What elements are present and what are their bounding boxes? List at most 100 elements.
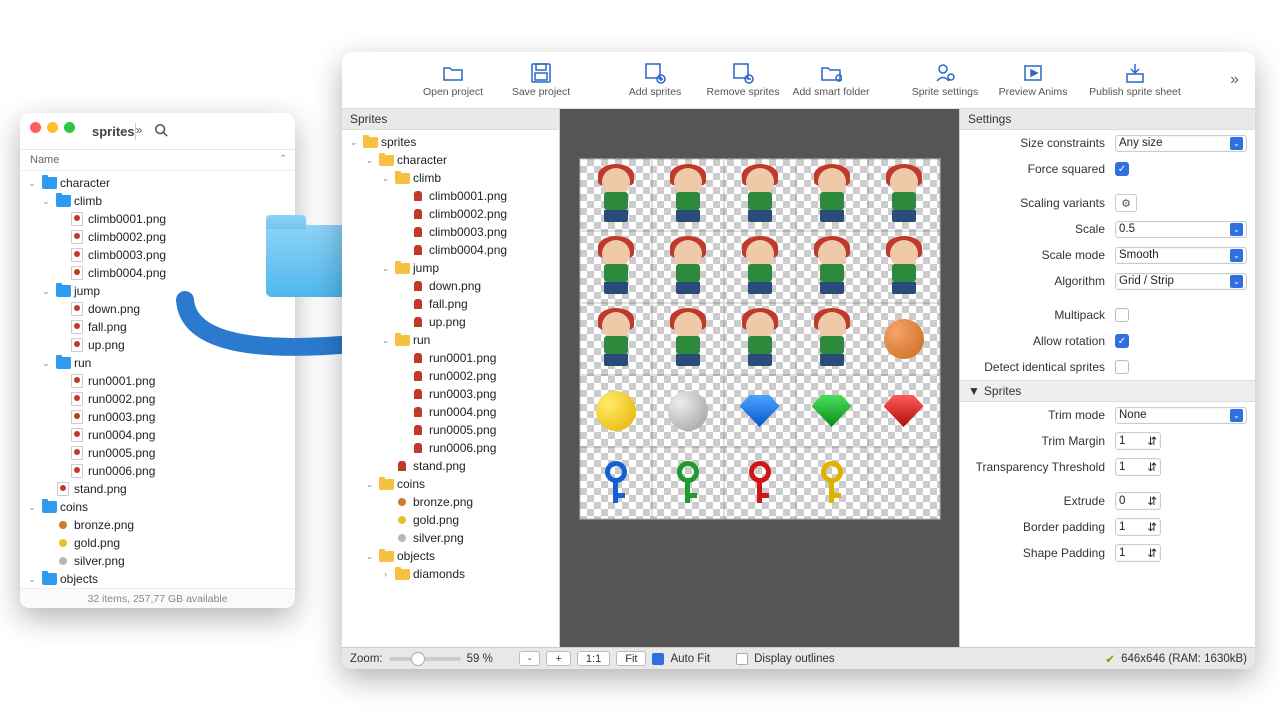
atlas-cell (868, 303, 940, 375)
atlas-preview[interactable] (560, 109, 959, 647)
name-column[interactable]: Name (30, 154, 59, 166)
traffic-lights[interactable] (30, 122, 75, 133)
toolbar-more-icon[interactable]: » (1222, 71, 1247, 89)
finder-row[interactable]: climb0001.png (26, 210, 289, 228)
shape-padding-input[interactable]: 1⇵ (1115, 544, 1161, 562)
trim-mode-select[interactable]: None⌄ (1115, 407, 1247, 424)
sprite-row[interactable]: run0006.png (346, 439, 555, 457)
search-icon[interactable] (154, 123, 168, 140)
sprite-row[interactable]: run0001.png (346, 349, 555, 367)
finder-row[interactable]: run0004.png (26, 426, 289, 444)
sprite-row[interactable]: run0005.png (346, 421, 555, 439)
sprite-row[interactable]: run0004.png (346, 403, 555, 421)
force-squared-checkbox[interactable]: ✓ (1115, 162, 1129, 176)
finder-tree[interactable]: ⌄character⌄climbclimb0001.pngclimb0002.p… (20, 171, 295, 591)
finder-row[interactable]: ⌄character (26, 174, 289, 192)
sprite-row[interactable]: fall.png (346, 295, 555, 313)
finder-row[interactable]: ⌄objects (26, 570, 289, 588)
finder-more-icon[interactable]: » (136, 123, 143, 140)
finder-row[interactable]: stand.png (26, 480, 289, 498)
scaling-variants-button[interactable]: ⚙ (1115, 194, 1137, 212)
atlas-cell (724, 375, 796, 447)
atlas-cell (652, 375, 724, 447)
scale-mode-select[interactable]: Smooth⌄ (1115, 247, 1247, 264)
sprite-row[interactable]: run0002.png (346, 367, 555, 385)
detect-identical-checkbox[interactable] (1115, 360, 1129, 374)
sprite-row[interactable]: run0003.png (346, 385, 555, 403)
autofit-checkbox[interactable] (652, 653, 664, 665)
trim-margin-input[interactable]: 1⇵ (1115, 432, 1161, 450)
atlas-cell (580, 303, 652, 375)
finder-row[interactable]: silver.png (26, 552, 289, 570)
save-project-button[interactable]: Save project (500, 55, 582, 105)
finder-row[interactable]: run0006.png (26, 462, 289, 480)
preview-anims-button[interactable]: Preview Anims (992, 55, 1074, 105)
finder-title: sprites (92, 124, 135, 139)
algorithm-select[interactable]: Grid / Strip⌄ (1115, 273, 1247, 290)
sprite-settings-button[interactable]: Sprite settings (904, 55, 986, 105)
open-project-button[interactable]: Open project (412, 55, 494, 105)
transparency-threshold-input[interactable]: 1⇵ (1115, 458, 1161, 476)
sprite-row[interactable]: ⌄run (346, 331, 555, 349)
remove-sprites-button[interactable]: Remove sprites (702, 55, 784, 105)
multipack-checkbox[interactable] (1115, 308, 1129, 322)
zoom-label: Zoom: (350, 653, 383, 665)
atlas-cell (868, 375, 940, 447)
finder-row[interactable]: climb0003.png (26, 246, 289, 264)
app-window: Open project Save project Add sprites Re… (342, 52, 1255, 669)
finder-row[interactable]: run0003.png (26, 408, 289, 426)
add-sprite-icon (644, 62, 666, 84)
zoom-fit-button[interactable]: Fit (616, 651, 646, 666)
finder-row[interactable]: climb0004.png (26, 264, 289, 282)
zoom-value: 59 % (467, 653, 493, 665)
sprite-row[interactable]: ⌄jump (346, 259, 555, 277)
publish-button[interactable]: Publish sprite sheet (1080, 55, 1190, 105)
sort-indicator[interactable]: ˆ (281, 154, 285, 166)
zoom-actual-button[interactable]: 1:1 (577, 651, 610, 666)
sprite-row[interactable]: silver.png (346, 529, 555, 547)
atlas-cell (796, 303, 868, 375)
sprite-tree[interactable]: ⌄sprites⌄character⌄climbclimb0001.pngcli… (342, 130, 559, 586)
sprite-row[interactable]: ⌄coins (346, 475, 555, 493)
sprite-row[interactable]: climb0001.png (346, 187, 555, 205)
sprites-panel: Sprites ⌄sprites⌄character⌄climbclimb000… (342, 109, 560, 647)
finder-column-header[interactable]: Name ˆ (20, 150, 295, 171)
finder-row[interactable]: run0002.png (26, 390, 289, 408)
zoom-out-button[interactable]: - (519, 651, 541, 666)
finder-row[interactable]: climb0002.png (26, 228, 289, 246)
add-smart-folder-button[interactable]: Add smart folder (790, 55, 872, 105)
maximize-dot[interactable] (64, 122, 75, 133)
sprite-row[interactable]: up.png (346, 313, 555, 331)
sprite-row[interactable]: climb0003.png (346, 223, 555, 241)
sprites-section-header[interactable]: ▼ Sprites (960, 380, 1255, 402)
border-padding-input[interactable]: 1⇵ (1115, 518, 1161, 536)
close-dot[interactable] (30, 122, 41, 133)
sprite-row[interactable]: gold.png (346, 511, 555, 529)
finder-row[interactable]: bronze.png (26, 516, 289, 534)
finder-row[interactable]: ⌄climb (26, 192, 289, 210)
finder-row[interactable]: ⌄coins (26, 498, 289, 516)
size-constraints-select[interactable]: Any size⌄ (1115, 135, 1247, 152)
sprite-row[interactable]: bronze.png (346, 493, 555, 511)
extrude-input[interactable]: 0⇵ (1115, 492, 1161, 510)
zoom-in-button[interactable]: + (546, 651, 570, 666)
sprite-row[interactable]: down.png (346, 277, 555, 295)
sprite-row[interactable]: stand.png (346, 457, 555, 475)
allow-rotation-checkbox[interactable]: ✓ (1115, 334, 1129, 348)
zoom-slider[interactable] (389, 657, 461, 661)
finder-row[interactable]: run0005.png (26, 444, 289, 462)
sprite-row[interactable]: ⌄sprites (346, 133, 555, 151)
sprite-row[interactable]: climb0004.png (346, 241, 555, 259)
add-sprites-button[interactable]: Add sprites (614, 55, 696, 105)
sprite-row[interactable]: ›diamonds (346, 565, 555, 583)
scale-select[interactable]: 0.5⌄ (1115, 221, 1247, 238)
finder-row[interactable]: gold.png (26, 534, 289, 552)
sprite-row[interactable]: ⌄character (346, 151, 555, 169)
display-outlines-checkbox[interactable] (736, 653, 748, 665)
minimize-dot[interactable] (47, 122, 58, 133)
atlas-cell (652, 159, 724, 231)
sprite-row[interactable]: climb0002.png (346, 205, 555, 223)
remove-sprite-icon (732, 62, 754, 84)
sprite-row[interactable]: ⌄objects (346, 547, 555, 565)
sprite-row[interactable]: ⌄climb (346, 169, 555, 187)
